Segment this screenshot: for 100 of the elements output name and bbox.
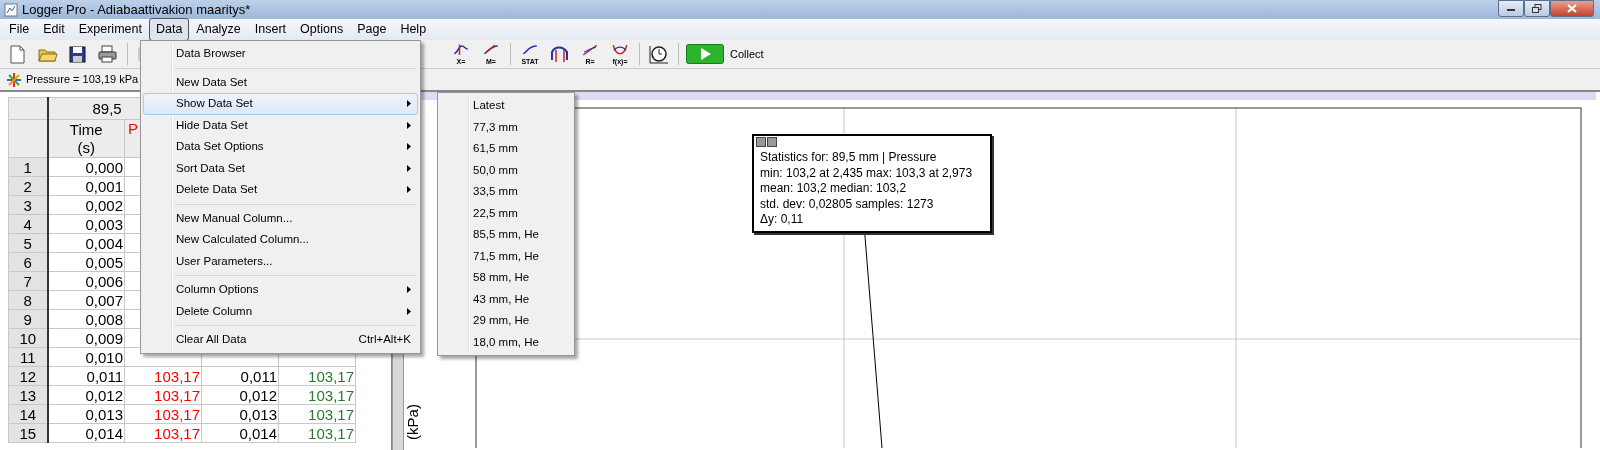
menu-item[interactable]: New Manual Column... <box>143 207 418 229</box>
menu-item[interactable]: 85,5 mm, He <box>440 224 572 246</box>
submenu-arrow-icon <box>407 121 411 129</box>
save-icon[interactable] <box>67 44 89 64</box>
menu-item[interactable]: 61,5 mm <box>440 138 572 160</box>
menu-item[interactable]: 18,0 mm, He <box>440 331 572 353</box>
menu-item[interactable]: Data <box>148 18 190 41</box>
statistics-text: Statistics for: 89,5 mm | Pressure <box>760 150 938 166</box>
table-cell: 103,17 <box>124 366 202 386</box>
menu-item[interactable]: File <box>2 18 37 41</box>
submenu-arrow-icon <box>407 164 411 172</box>
table-cell: 0,007 <box>47 290 125 310</box>
close-button[interactable] <box>756 137 766 147</box>
sensor-reading: Pressure = 103,19 kPa <box>26 72 139 88</box>
menu-item[interactable]: Help <box>393 18 434 41</box>
table-cell: 0,014 <box>47 423 125 443</box>
menu-item[interactable]: 58 mm, He <box>440 267 572 289</box>
menu-item[interactable]: New Calculated Column... <box>143 229 418 251</box>
table-cell: 0,013 <box>201 404 279 424</box>
dataset-header: 89,5 <box>92 99 122 117</box>
menu-item-label: Clear All Data <box>176 332 247 348</box>
clock-icon[interactable] <box>648 44 670 64</box>
submenu-arrow-icon <box>407 100 411 108</box>
menu-item[interactable]: 33,5 mm <box>440 181 572 203</box>
menu-item[interactable]: Insert <box>247 18 294 41</box>
table-cell: 0,011 <box>47 366 125 386</box>
table-cell: 0,002 <box>47 195 125 215</box>
menu-item[interactable]: Latest <box>440 95 572 117</box>
table-cell: 0,010 <box>47 347 125 367</box>
table-cell: 0,012 <box>47 385 125 405</box>
menu-item[interactable]: 22,5 mm <box>440 202 572 224</box>
integral-icon[interactable] <box>549 44 571 64</box>
menu-item-label: User Parameters... <box>176 253 273 269</box>
menu-item[interactable]: Sort Data Set <box>143 157 418 179</box>
menu-item[interactable]: 71,5 mm, He <box>440 245 572 267</box>
table-cell: 0,000 <box>47 157 125 177</box>
statistics-text: min: 103,2 at 2,435 max: 103,3 at 2,973 <box>760 165 974 182</box>
menu-item[interactable]: 77,3 mm <box>440 116 572 138</box>
table-cell: 0,003 <box>47 214 125 234</box>
table-cell: 103,17 <box>278 404 356 424</box>
statistics-text: std. dev: 0,02805 samples: 1273 <box>760 196 935 213</box>
column-header: P <box>128 120 138 138</box>
table-cell: 0,001 <box>47 176 125 196</box>
table-cell: 0,006 <box>47 271 125 291</box>
menu-item[interactable]: Analyze <box>189 18 248 41</box>
table-cell: 0,014 <box>201 423 279 443</box>
menu-item[interactable]: Options <box>293 18 351 41</box>
menu-item[interactable]: Column Options <box>143 279 418 301</box>
window-title: Logger Pro - Adiabaattivakion maaritys* <box>22 0 251 19</box>
menu-item-label: Data Set Options <box>176 139 264 155</box>
table-cell: 103,17 <box>124 423 202 443</box>
table-cell: 0,008 <box>47 309 125 329</box>
menu-item[interactable]: Edit <box>36 18 72 41</box>
minimize-button[interactable] <box>1498 0 1524 17</box>
printer-icon[interactable] <box>97 44 119 64</box>
column-header: Time (s) <box>69 121 103 156</box>
sensor-icon <box>6 71 22 88</box>
play-icon <box>686 44 724 64</box>
close-icon <box>1567 4 1577 13</box>
table-cell: 0,005 <box>47 252 125 272</box>
menu-item-label: New Manual Column... <box>176 210 293 226</box>
table-cell: 103,17 <box>124 404 202 424</box>
axis-label: (kPa) <box>404 404 421 440</box>
restore-button[interactable] <box>1524 0 1550 17</box>
table-cell: 0,011 <box>201 366 279 386</box>
menu-item[interactable]: Page <box>350 18 394 41</box>
menu-item[interactable]: 29 mm, He <box>440 310 572 332</box>
menu-item[interactable]: 43 mm, He <box>440 288 572 310</box>
collect-button[interactable]: Collect <box>684 44 766 64</box>
submenu-arrow-icon <box>407 143 411 151</box>
menu-item-label: Hide Data Set <box>176 117 248 133</box>
menu-item[interactable]: Delete Column <box>143 300 418 322</box>
table-cell: 103,17 <box>278 423 356 443</box>
menu-item[interactable]: Hide Data Set <box>143 114 418 136</box>
menu-item-label: Delete Data Set <box>176 182 258 198</box>
table-cell: 0,009 <box>47 328 125 348</box>
statistics-text: Δy: 0,11 <box>760 212 805 228</box>
table-cell: 0,012 <box>201 385 279 405</box>
table-cell: 0,013 <box>47 404 125 424</box>
close-button[interactable] <box>1550 0 1594 17</box>
menu-item[interactable]: Clear All Data Ctrl+Alt+K <box>143 329 418 351</box>
shortcut-label: Ctrl+Alt+K <box>358 332 411 348</box>
table-cell: 0,004 <box>47 233 125 253</box>
statistics-text: mean: 103,2 median: 103,2 <box>760 181 908 197</box>
submenu-arrow-icon <box>407 186 411 194</box>
menu-item[interactable]: New Data Set <box>143 71 418 93</box>
app-icon <box>4 2 18 17</box>
menu-item-label: Show Data Set <box>176 96 253 112</box>
menu-item[interactable]: Data Browser <box>143 43 418 65</box>
restore-icon <box>1532 4 1542 13</box>
menu-item[interactable]: Data Set Options <box>143 136 418 158</box>
menu-item[interactable]: 50,0 mm <box>440 159 572 181</box>
menu-item[interactable]: User Parameters... <box>143 250 418 272</box>
menu-item-label: New Data Set <box>176 74 247 90</box>
menu-item[interactable]: Experiment <box>71 18 149 41</box>
table-cell: 103,17 <box>278 385 356 405</box>
menu-item-label: Data Browser <box>176 46 246 62</box>
table-cell: 103,17 <box>278 366 356 386</box>
menu-item[interactable]: Show Data Set <box>143 93 418 115</box>
menu-item[interactable]: Delete Data Set <box>143 179 418 201</box>
